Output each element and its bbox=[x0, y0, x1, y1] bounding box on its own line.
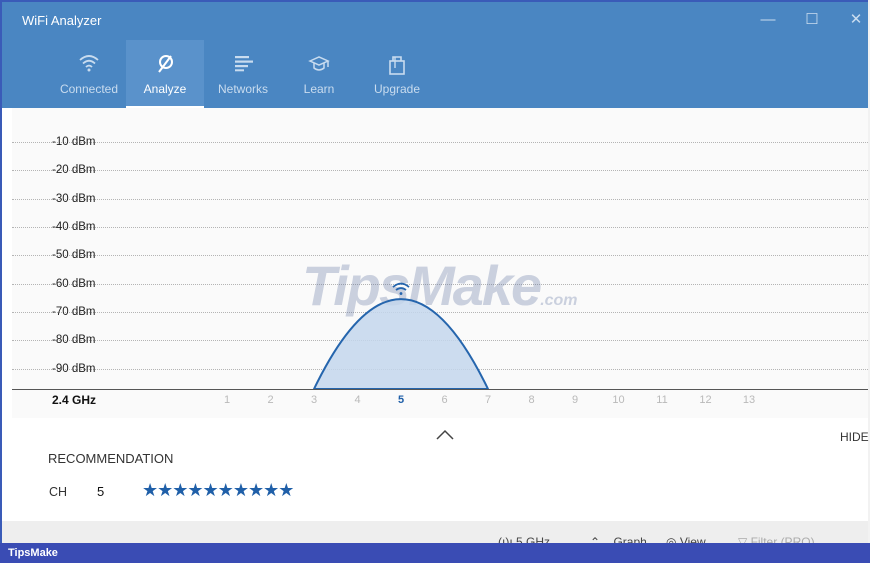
footer-bar: TipsMake bbox=[0, 543, 870, 563]
rating-stars: ★★★★★★★★★★ bbox=[142, 480, 294, 500]
hide-button[interactable]: HIDE bbox=[840, 430, 869, 444]
tab-label: Upgrade bbox=[373, 82, 421, 96]
network-signal-area[interactable] bbox=[312, 298, 490, 390]
channel-tick-label: 13 bbox=[742, 394, 756, 406]
recommendation-panel: HIDE RECOMMENDATION CH 5 ★★★★★★★★★★ bbox=[2, 418, 869, 528]
band-label: 2.4 GHz bbox=[52, 393, 97, 407]
filter-button[interactable]: ▽ Filter (PRO) bbox=[738, 535, 815, 543]
app-title: WiFi Analyzer bbox=[22, 13, 102, 28]
channel-tick-label: 1 bbox=[223, 394, 231, 406]
channel-tick-label: 7 bbox=[484, 394, 492, 406]
tab-label: Learn bbox=[303, 82, 335, 96]
tab-label: Analyze bbox=[143, 82, 187, 96]
channel-label: CH bbox=[49, 485, 68, 499]
channel-tick-label: 9 bbox=[571, 394, 579, 406]
channel-tick-label: 6 bbox=[441, 394, 448, 406]
channel-tick-label: 5 bbox=[397, 394, 405, 406]
app-window: WiFi Analyzer — ☐ ✕ Connected Analyze Ne… bbox=[0, 0, 869, 563]
channel-tick-label: 4 bbox=[354, 394, 361, 406]
wifi-icon bbox=[392, 282, 410, 295]
channel-tick-label: 8 bbox=[528, 394, 535, 406]
channel-tick-label: 10 bbox=[612, 394, 625, 406]
graph-button[interactable]: ⌃⌄ Graph bbox=[590, 535, 647, 543]
x-axis-baseline bbox=[12, 389, 868, 390]
band-toggle-button[interactable]: (ı)ı 5 GHz bbox=[498, 535, 550, 543]
tab-label: Connected bbox=[59, 82, 119, 96]
analyze-icon bbox=[158, 55, 173, 73]
wifi-icon bbox=[79, 55, 99, 72]
close-button[interactable]: ✕ bbox=[844, 10, 868, 30]
title-bar: WiFi Analyzer — ☐ ✕ bbox=[2, 0, 868, 40]
graph-icon: ⌃⌄ bbox=[590, 535, 614, 543]
nav-bar: Connected Analyze Networks Learn Upgrade bbox=[2, 40, 868, 108]
tab-analyze[interactable]: Analyze bbox=[126, 40, 204, 108]
upgrade-icon bbox=[389, 56, 405, 75]
filter-label: Filter (PRO) bbox=[750, 535, 815, 543]
maximize-button[interactable]: ☐ bbox=[800, 10, 824, 30]
view-label: View bbox=[679, 535, 706, 543]
channel-tick-label: 12 bbox=[699, 394, 712, 406]
band-toggle-label: 5 GHz bbox=[516, 535, 551, 543]
command-bar: (ı)ı 5 GHz ⌃⌄ Graph ◎ View ▽ Filter (PRO… bbox=[2, 521, 868, 543]
tab-connected[interactable]: Connected bbox=[50, 40, 128, 106]
tab-learn[interactable]: Learn bbox=[280, 40, 358, 106]
filter-icon: ▽ bbox=[738, 535, 751, 543]
channel-tick-label: 11 bbox=[656, 394, 668, 406]
graph-label: Graph bbox=[613, 535, 647, 543]
tab-label: Networks bbox=[217, 82, 268, 96]
recommended-channel: 5 bbox=[97, 484, 105, 499]
signal-chart: -10 dBm -20 dBm -30 dBm -40 dBm -50 dBm … bbox=[12, 108, 868, 418]
learn-icon bbox=[308, 56, 330, 71]
signal-curve bbox=[312, 282, 490, 390]
channel-tick-label: 3 bbox=[310, 394, 318, 406]
channel-tick-label: 2 bbox=[267, 394, 274, 406]
view-icon: ◎ bbox=[666, 535, 680, 543]
recommendation-title: RECOMMENDATION bbox=[48, 451, 174, 466]
view-button[interactable]: ◎ View bbox=[666, 535, 706, 543]
footer-label: TipsMake bbox=[8, 547, 58, 559]
antenna-icon: (ı)ı bbox=[498, 535, 516, 543]
chevron-up-icon[interactable] bbox=[434, 426, 456, 444]
tab-upgrade[interactable]: Upgrade bbox=[358, 40, 436, 106]
networks-icon bbox=[235, 56, 253, 72]
tab-networks[interactable]: Networks bbox=[204, 40, 282, 106]
minimize-button[interactable]: — bbox=[756, 10, 780, 30]
